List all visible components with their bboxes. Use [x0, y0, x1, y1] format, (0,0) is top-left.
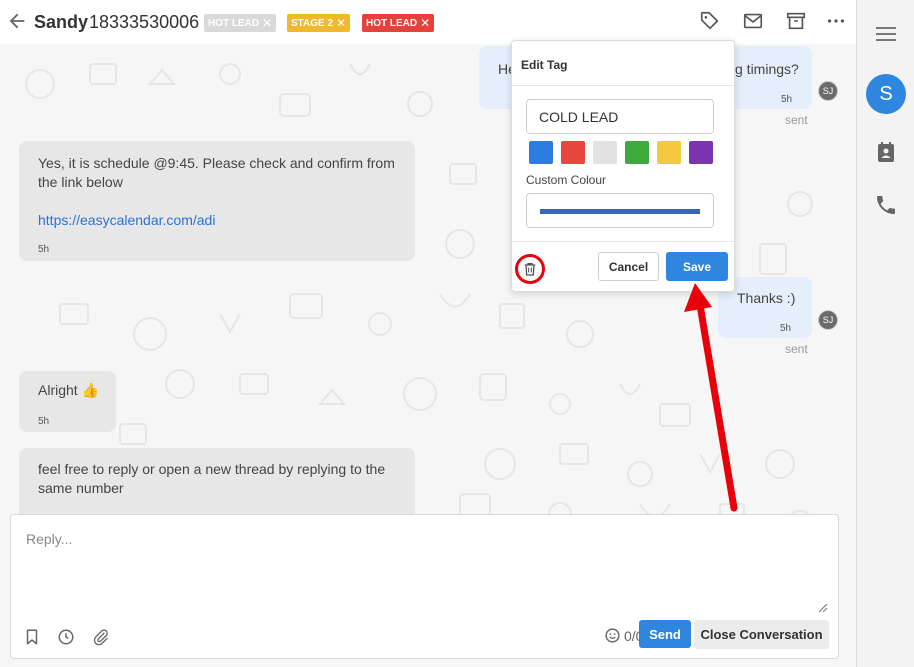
tag-icon[interactable] [699, 10, 721, 32]
message-time: 5h [780, 323, 792, 334]
message-text: same number [38, 480, 124, 496]
message-text: Thanks :) [737, 290, 796, 306]
conversation-header: Sandy 18333530006 HOT LEAD ✕ STAGE 2 ✕ HOT… [0, 0, 856, 44]
more-icon[interactable] [825, 10, 847, 32]
divider [512, 85, 734, 86]
color-swatch-grey[interactable] [593, 141, 617, 164]
custom-colour-label: Custom Colour [526, 173, 607, 187]
reply-composer: 0/0 Send Close Conversation [10, 514, 839, 659]
contact-name: Sandy [34, 12, 89, 32]
tag-label: HOT LEAD [208, 17, 260, 29]
right-rail: S [856, 0, 914, 667]
message-time: 5h [781, 94, 793, 105]
color-swatch-green[interactable] [625, 141, 649, 164]
remove-tag-icon[interactable]: ✕ [336, 17, 346, 29]
contact-phone: 18333530006 [89, 12, 200, 32]
clock-icon[interactable] [57, 628, 75, 646]
color-swatch-red[interactable] [561, 141, 585, 164]
menu-icon[interactable] [874, 22, 898, 46]
color-swatch-blue[interactable] [529, 141, 553, 164]
close-conversation-button[interactable]: Close Conversation [694, 620, 829, 648]
tag-chip[interactable]: HOT LEAD ✕ [204, 14, 277, 32]
tag-chip[interactable]: STAGE 2 ✕ [287, 14, 351, 32]
tag-label: HOT LEAD [366, 17, 418, 29]
bookmark-icon[interactable] [23, 628, 41, 646]
message-incoming: Alright 👍 5h [19, 371, 116, 432]
message-text: Alright 👍 [38, 382, 100, 398]
send-button[interactable]: Send [639, 620, 691, 648]
message-text: the link below [38, 174, 123, 190]
save-button[interactable]: Save [666, 252, 728, 281]
character-counter: 0/0 [604, 627, 643, 644]
reply-input[interactable] [11, 515, 838, 615]
calendar-contact-icon[interactable] [874, 140, 898, 164]
edit-tag-popover: Edit Tag Custom Colour Cancel Save [511, 40, 735, 292]
message-text: Yes, it is schedule @9:45. Please check … [38, 155, 395, 171]
message-incoming: Yes, it is schedule @9:45. Please check … [19, 141, 415, 261]
message-status: sent [785, 113, 808, 127]
custom-colour-preview [540, 209, 700, 214]
back-arrow-icon[interactable] [6, 10, 28, 32]
paperclip-icon[interactable] [92, 628, 110, 646]
resize-handle-icon[interactable] [818, 603, 828, 613]
tag-chip[interactable]: HOT LEAD ✕ [362, 14, 435, 32]
archive-icon[interactable] [785, 10, 807, 32]
mail-icon[interactable] [742, 10, 764, 32]
message-time: 5h [38, 416, 50, 427]
color-swatch-yellow[interactable] [657, 141, 681, 164]
agent-avatar: SJ [818, 310, 838, 330]
divider [512, 241, 734, 242]
message-text: g timings? [735, 61, 799, 77]
phone-icon[interactable] [874, 193, 898, 217]
cancel-button[interactable]: Cancel [598, 252, 659, 281]
user-avatar[interactable]: S [866, 74, 906, 114]
smiley-icon[interactable] [604, 627, 621, 644]
message-status: sent [785, 342, 808, 356]
message-text: feel free to reply or open a new thread … [38, 461, 386, 477]
tag-label: STAGE 2 [291, 17, 334, 29]
remove-tag-icon[interactable]: ✕ [420, 17, 430, 29]
delete-tag-button[interactable] [515, 254, 545, 284]
trash-icon [524, 263, 536, 276]
remove-tag-icon[interactable]: ✕ [262, 17, 272, 29]
agent-avatar: SJ [818, 81, 838, 101]
message-time: 5h [38, 244, 50, 255]
custom-colour-picker[interactable] [526, 193, 714, 228]
color-swatch-purple[interactable] [689, 141, 713, 164]
message-link[interactable]: https://easycalendar.com/adi [38, 211, 215, 230]
tag-name-input[interactable] [526, 99, 714, 134]
popover-title: Edit Tag [521, 58, 568, 72]
